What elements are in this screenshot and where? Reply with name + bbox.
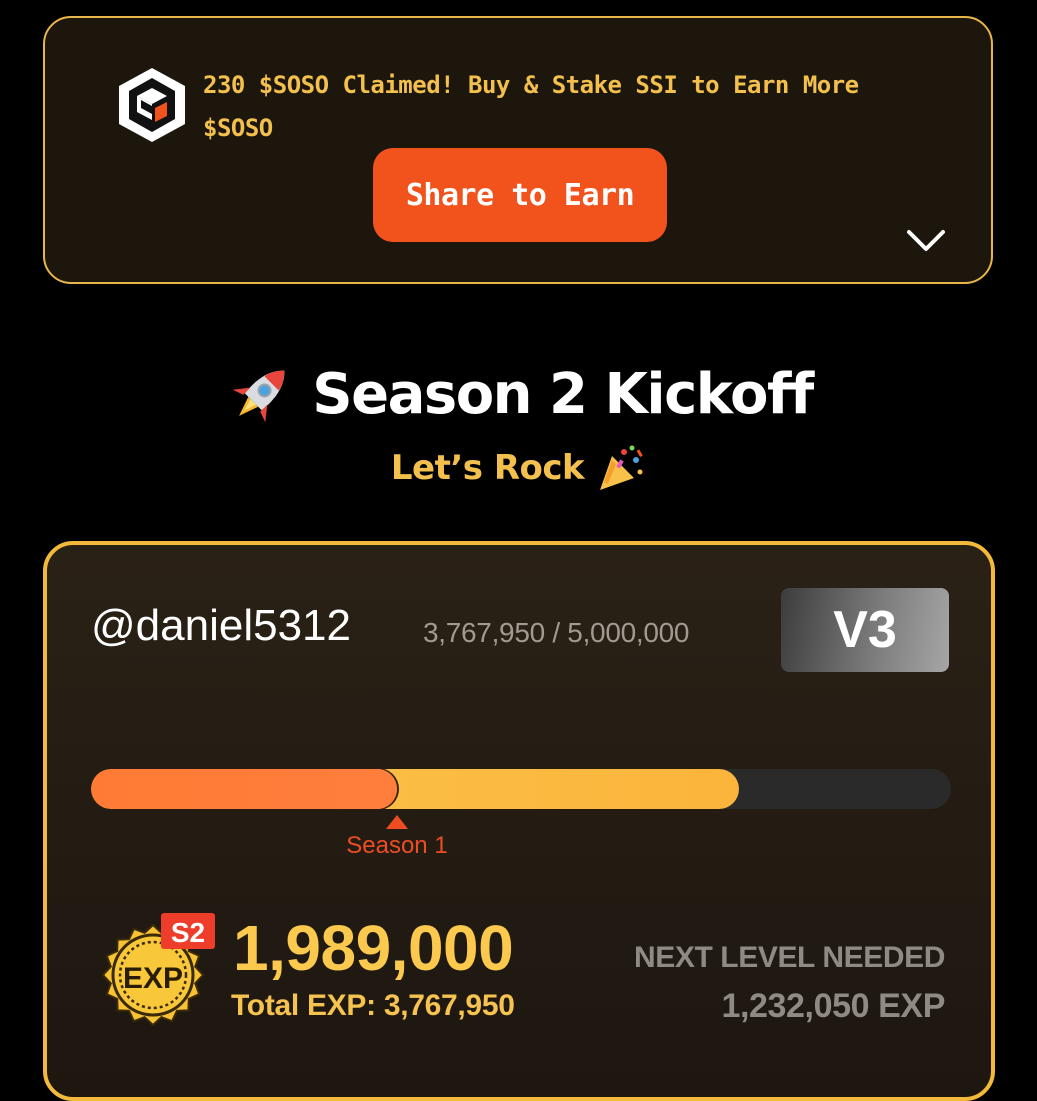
next-level-value: 1,232,050 EXP: [721, 987, 945, 1025]
level-badge: V3: [781, 588, 949, 672]
party-popper-icon: [600, 445, 643, 490]
chevron-down-icon[interactable]: [903, 220, 949, 260]
exp-bar-season1-fill: [91, 769, 397, 809]
season-subtitle: Let’s Rock: [390, 448, 585, 488]
season-tag: S2: [171, 917, 205, 948]
sosovalue-logo-icon: [119, 68, 185, 142]
rocket-icon: [232, 370, 285, 423]
claim-message: 230 $SOSO Claimed! Buy & Stake SSI to Ea…: [203, 71, 859, 142]
exp-medal-icon: EXP S2: [101, 913, 215, 1027]
season-1-marker-icon: [385, 815, 408, 829]
season-exp-value: 1,989,000: [233, 912, 514, 984]
share-to-earn-button[interactable]: Share to Earn: [373, 148, 667, 242]
season-heading: Season 2 Kickoff: [0, 354, 1037, 434]
profile-card: @daniel5312 3,767,950 / 5,000,000 V3 Sea…: [43, 541, 995, 1101]
exp-progress-bar: [91, 769, 951, 809]
username: @daniel5312: [91, 601, 351, 650]
next-level-label: NEXT LEVEL NEEDED: [633, 941, 945, 974]
medal-label: EXP: [123, 962, 183, 995]
season-title: Season 2 Kickoff: [312, 361, 814, 427]
season-subtitle-row: Let’s Rock: [0, 440, 1037, 496]
claim-banner: 230 $SOSO Claimed! Buy & Stake SSI to Ea…: [43, 16, 993, 284]
exp-progress-text: 3,767,950 / 5,000,000: [423, 617, 690, 648]
season-1-marker-label: Season 1: [346, 832, 448, 859]
total-exp: Total EXP: 3,767,950: [231, 989, 515, 1022]
